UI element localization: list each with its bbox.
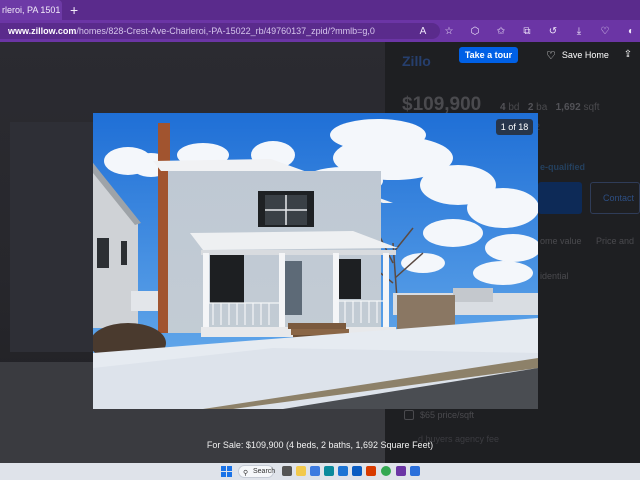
house-photo-illustration xyxy=(93,113,538,409)
sqft-label: sqft xyxy=(583,102,600,113)
file-explorer-icon[interactable] xyxy=(296,466,306,476)
toolbar-icons: A ☆ ⬡ ✩ ⧉ ↺ ⤓ ♡ ◐ xyxy=(410,23,640,39)
outlook-icon[interactable] xyxy=(352,466,362,476)
browser-essentials-icon[interactable]: ♡ xyxy=(592,23,618,39)
mail-icon[interactable] xyxy=(396,466,406,476)
photo-caption: For Sale: $109,900 (4 beds, 2 baths, 1,6… xyxy=(206,440,434,450)
sqft-count: 1,692 xyxy=(555,102,581,113)
property-type: idential xyxy=(540,271,569,281)
taskbar-search[interactable]: ⚲ Search xyxy=(238,465,276,478)
url-path: /homes/828-Crest-Ave-Charleroi,-PA-15022… xyxy=(76,26,375,36)
contact-agent-button[interactable]: Contact xyxy=(590,182,640,214)
beds-label: bd xyxy=(508,102,520,113)
request-tour-button[interactable] xyxy=(538,182,582,214)
heart-icon: ♡ xyxy=(546,49,556,62)
office-icon[interactable] xyxy=(366,466,376,476)
new-tab-button[interactable]: + xyxy=(70,0,78,20)
price-history-tab[interactable]: Price and xyxy=(596,236,634,246)
downloads-icon[interactable]: ⤓ xyxy=(566,23,592,39)
chrome-icon[interactable] xyxy=(381,466,391,476)
windows-taskbar: ⚲ Search xyxy=(0,463,640,480)
vscode-icon[interactable] xyxy=(410,466,420,476)
beds-baths-sqft: 4 bd 2 ba 1,692 sqft xyxy=(500,102,600,113)
edge-icon[interactable] xyxy=(324,466,334,476)
share-icon[interactable]: ⇪ xyxy=(620,47,636,63)
save-home-label: Save Home xyxy=(561,50,609,60)
price-per-sqft: $65 price/sqft xyxy=(404,410,474,420)
read-aloud-icon[interactable]: A xyxy=(410,23,436,39)
browser-toolbar: www.zillow.com/homes/828-Crest-Ave-Charl… xyxy=(0,20,640,42)
url-host: www.zillow.com xyxy=(8,26,77,36)
favorites-add-icon[interactable]: ☆ xyxy=(436,23,462,39)
price-per-sqft-text: $65 price/sqft xyxy=(420,410,475,420)
tab-title: rleroi, PA 1501 xyxy=(2,5,61,15)
address-bar[interactable]: www.zillow.com/homes/828-Crest-Ave-Charl… xyxy=(0,23,440,39)
baths-count: 2 xyxy=(527,102,534,113)
beds-count: 4 xyxy=(500,102,506,113)
listing-photo[interactable] xyxy=(93,113,538,409)
widgets-icon[interactable] xyxy=(310,466,320,476)
task-view-icon[interactable] xyxy=(282,466,292,476)
photo-counter: 1 of 18 xyxy=(496,119,533,135)
browser-tab-active[interactable]: rleroi, PA 1501 × xyxy=(0,0,62,20)
history-icon[interactable]: ↺ xyxy=(540,23,566,39)
favorites-icon[interactable]: ✩ xyxy=(488,23,514,39)
save-home-button[interactable]: ♡ Save Home xyxy=(546,48,609,62)
taskbar-search-label: Search xyxy=(253,468,276,475)
collections-icon[interactable]: ⧉ xyxy=(514,23,540,39)
search-icon: ⚲ xyxy=(243,470,249,477)
extensions-icon[interactable]: ⬡ xyxy=(462,23,488,39)
windows-start-icon[interactable] xyxy=(221,466,232,477)
take-a-tour-button[interactable]: Take a tour xyxy=(459,47,518,63)
baths-label: ba xyxy=(536,102,548,113)
price-sqft-icon xyxy=(404,410,414,420)
copilot-icon[interactable]: ◐ xyxy=(618,23,640,39)
home-value-tab[interactable]: ome value xyxy=(540,236,582,246)
prequalified-link[interactable]: e-qualified xyxy=(540,162,585,172)
store-icon[interactable] xyxy=(338,466,348,476)
browser-tab-bar: rleroi, PA 1501 × + xyxy=(0,0,640,20)
zillow-logo: Zillo xyxy=(402,53,431,69)
